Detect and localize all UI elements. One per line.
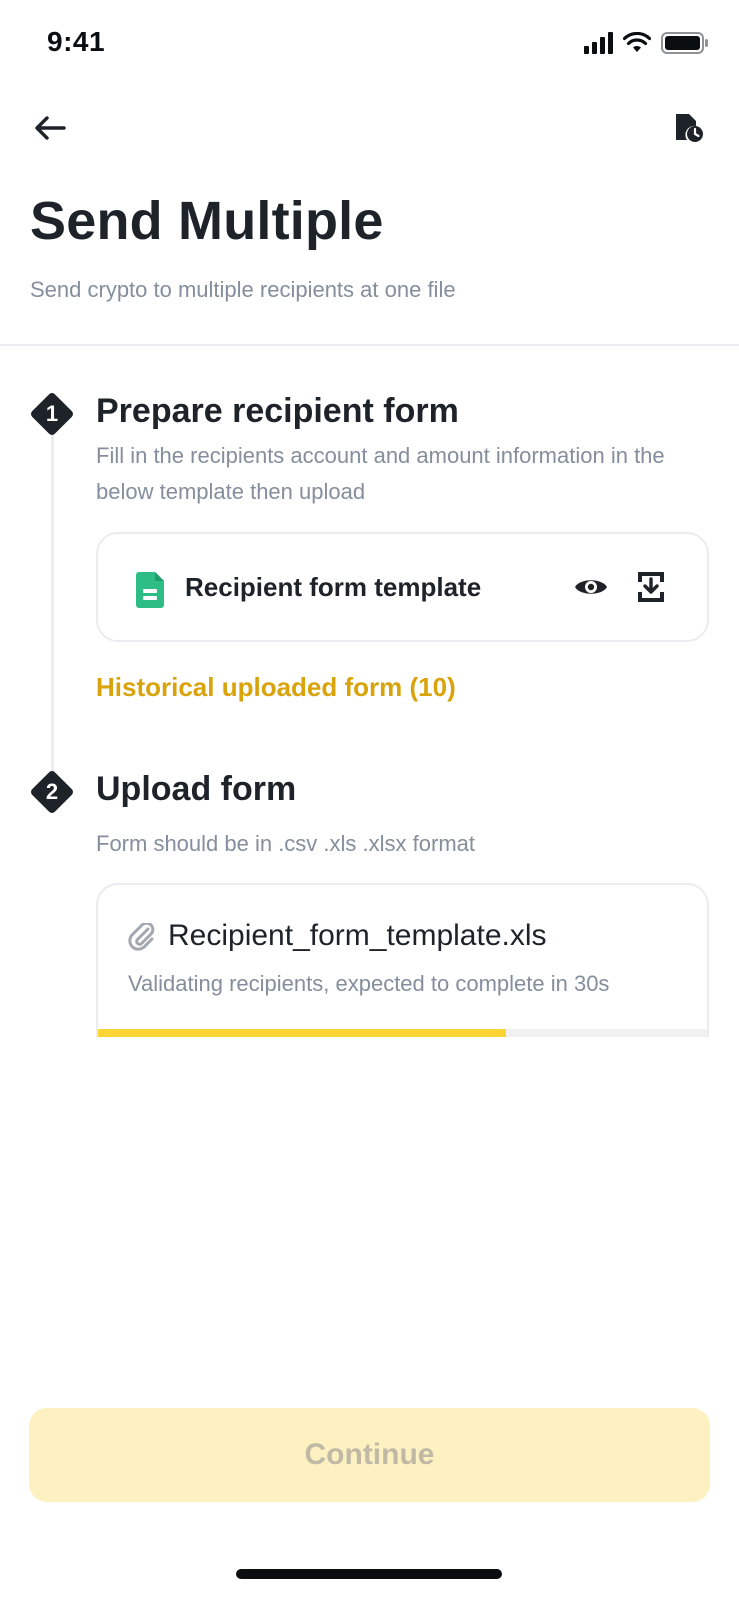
back-button[interactable] bbox=[28, 106, 72, 150]
paperclip-icon bbox=[128, 923, 155, 951]
screen: 9:41 Send Multiple Send crypto to multip… bbox=[0, 0, 739, 1600]
historical-forms-link[interactable]: Historical uploaded form (10) bbox=[96, 672, 456, 703]
cellular-signal-icon bbox=[584, 32, 613, 54]
history-button[interactable] bbox=[667, 106, 711, 150]
eye-icon bbox=[575, 580, 607, 594]
page-subtitle: Send crypto to multiple recipients at on… bbox=[30, 277, 456, 302]
status-icons bbox=[584, 32, 709, 54]
arrow-left-icon bbox=[35, 116, 66, 140]
home-indicator bbox=[236, 1569, 502, 1579]
step-1-title: Prepare recipient form bbox=[96, 392, 459, 430]
upload-progress-fill bbox=[98, 1029, 507, 1037]
battery-icon bbox=[661, 32, 708, 54]
page-title: Send Multiple bbox=[30, 191, 384, 251]
status-time: 9:41 bbox=[47, 26, 106, 57]
template-card[interactable]: Recipient form template bbox=[96, 532, 709, 642]
wifi-icon bbox=[623, 32, 651, 52]
download-icon bbox=[638, 572, 664, 602]
step-2-badge: 2 bbox=[29, 769, 75, 815]
uploaded-file-card[interactable]: Recipient_form_template.xls Validating r… bbox=[96, 883, 709, 1037]
divider bbox=[0, 344, 739, 346]
step-1-number: 1 bbox=[45, 401, 59, 426]
upload-status: Validating recipients, expected to compl… bbox=[128, 971, 610, 996]
template-label: Recipient form template bbox=[185, 572, 482, 602]
step-2-number: 2 bbox=[45, 779, 59, 804]
step-timeline-line bbox=[51, 430, 54, 795]
step-1-description: Fill in the recipients account and amoun… bbox=[96, 443, 665, 504]
uploaded-file-name: Recipient_form_template.xls bbox=[168, 919, 547, 952]
sheet-file-icon bbox=[136, 572, 164, 608]
step-1-badge: 1 bbox=[29, 391, 75, 437]
upload-progress-bar bbox=[98, 1029, 707, 1037]
document-clock-icon bbox=[676, 114, 703, 142]
continue-button[interactable]: Continue bbox=[29, 1408, 710, 1502]
preview-template-button[interactable] bbox=[568, 564, 614, 610]
download-template-button[interactable] bbox=[628, 564, 674, 610]
step-2-description: Form should be in .csv .xls .xlsx format bbox=[96, 831, 475, 856]
status-bar: 9:41 bbox=[0, 0, 739, 90]
step-2-title: Upload form bbox=[96, 770, 297, 808]
